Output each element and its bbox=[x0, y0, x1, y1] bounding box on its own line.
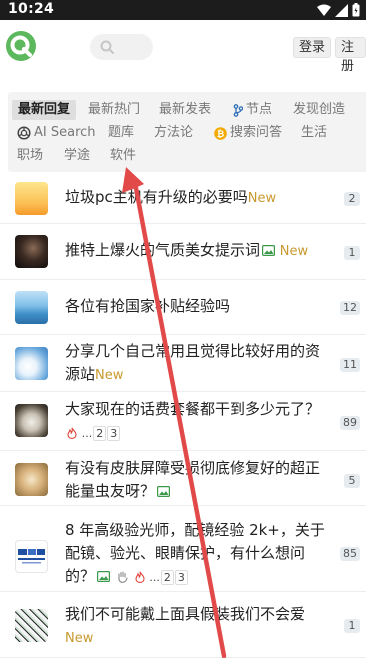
new-tag: New bbox=[247, 191, 277, 206]
openai-icon bbox=[17, 126, 31, 140]
nav-item-latest-reply[interactable]: 最新回复 bbox=[12, 100, 77, 120]
reply-count-badge[interactable]: 11 bbox=[340, 358, 360, 372]
topic-title[interactable]: 8 年高级验光师，配镜经验 2k+，关于配镜、验光、眼睛保护，有什么想问的？ .… bbox=[65, 519, 327, 589]
page-links: ... 2 3 bbox=[149, 570, 188, 585]
topic-row[interactable]: 分享几个自己常用且觉得比较好用的资源站New 11 bbox=[0, 335, 366, 392]
topic-title[interactable]: 大家现在的话费套餐都干到多少元了？ ... 2 3 bbox=[65, 398, 327, 445]
status-icons bbox=[317, 3, 360, 17]
nav-item-latest-posted[interactable]: 最新发表 bbox=[159, 100, 211, 120]
app-header: 登录 注册 bbox=[0, 20, 366, 76]
status-time: 10:24 bbox=[8, 1, 55, 17]
new-tag: New bbox=[65, 631, 94, 646]
nav-item-life[interactable]: 生活 bbox=[301, 123, 327, 143]
hand-icon bbox=[118, 571, 128, 583]
page-link[interactable]: 3 bbox=[107, 426, 121, 441]
optical-brand-logo-icon bbox=[18, 549, 45, 564]
search-icon bbox=[100, 40, 114, 54]
avatar[interactable] bbox=[15, 609, 48, 642]
topic-title[interactable]: 推特上爆火的气质美女提示词 New bbox=[65, 239, 327, 263]
battery-icon bbox=[352, 3, 360, 17]
topic-title[interactable]: 我们不可能戴上面具假装我们不会爱 New bbox=[65, 603, 327, 650]
wifi-icon bbox=[317, 4, 331, 16]
topic-title[interactable]: 分享几个自己常用且觉得比较好用的资源站New bbox=[65, 340, 327, 387]
topic-row[interactable]: 有没有皮肤屏障受损彻底修复好的超正能量虫友呀？ 5 bbox=[0, 451, 366, 506]
topic-title[interactable]: 有没有皮肤屏障受损彻底修复好的超正能量虫友呀？ bbox=[65, 457, 327, 503]
svg-text:₿: ₿ bbox=[217, 129, 224, 140]
topic-title[interactable]: 各位有抢国家补贴经验吗 bbox=[65, 295, 327, 318]
avatar[interactable] bbox=[15, 347, 48, 380]
app-logo-icon[interactable] bbox=[5, 30, 37, 62]
nav-item-nodes[interactable]: 节点 bbox=[233, 100, 272, 120]
avatar[interactable] bbox=[15, 182, 48, 215]
search-input[interactable] bbox=[90, 34, 153, 60]
topic-row[interactable]: 我们不可能戴上面具假装我们不会爱 New 1 bbox=[0, 592, 366, 658]
nav-item-software[interactable]: 软件 bbox=[110, 146, 136, 166]
nav-item-workplace[interactable]: 职场 bbox=[17, 146, 43, 166]
new-tag: New bbox=[95, 368, 124, 383]
image-icon bbox=[157, 486, 171, 497]
nav-item-study[interactable]: 学途 bbox=[64, 146, 90, 166]
avatar[interactable] bbox=[15, 404, 48, 437]
login-button[interactable]: 登录 bbox=[293, 37, 332, 58]
topic-row[interactable]: 推特上爆火的气质美女提示词 New 1 bbox=[0, 224, 366, 280]
register-button[interactable]: 注册 bbox=[335, 37, 366, 74]
nav-item-search-qa[interactable]: ₿ 搜索问答 bbox=[214, 123, 282, 143]
node-nav: 最新回复 最新热门 最新发表 节点 发现创造 AI Search 题库 方法论 … bbox=[8, 92, 366, 172]
bitcoin-icon: ₿ bbox=[214, 126, 227, 140]
nav-item-ai-search[interactable]: AI Search bbox=[17, 123, 96, 143]
topic-row[interactable]: 8 年高级验光师，配镜经验 2k+，关于配镜、验光、眼睛保护，有什么想问的？ .… bbox=[0, 506, 366, 592]
topic-row[interactable]: 大家现在的话费套餐都干到多少元了？ ... 2 3 89 bbox=[0, 392, 366, 451]
page-link[interactable]: 3 bbox=[174, 570, 188, 585]
page-links: ... 2 3 bbox=[82, 426, 121, 441]
page-link[interactable]: 2 bbox=[93, 426, 107, 441]
avatar[interactable] bbox=[15, 235, 48, 268]
reply-count-badge[interactable]: 85 bbox=[340, 547, 360, 561]
nav-item-latest-hot[interactable]: 最新热门 bbox=[88, 100, 140, 120]
page-link[interactable]: 2 bbox=[160, 570, 174, 585]
reply-count-badge[interactable]: 89 bbox=[340, 416, 360, 430]
reply-count-badge[interactable]: 12 bbox=[340, 301, 360, 315]
hot-icon bbox=[135, 571, 145, 583]
nav-item-discover[interactable]: 发现创造 bbox=[293, 100, 345, 120]
nav-item-question-bank[interactable]: 题库 bbox=[108, 123, 134, 143]
nav-item-methodology[interactable]: 方法论 bbox=[154, 123, 193, 143]
image-icon bbox=[97, 571, 111, 582]
reply-count-badge[interactable]: 1 bbox=[344, 246, 360, 260]
topic-row[interactable]: 垃圾pc主机有升级的必要吗New 2 bbox=[0, 172, 366, 224]
avatar[interactable] bbox=[15, 463, 48, 496]
hot-icon bbox=[67, 427, 77, 439]
reply-count-badge[interactable]: 2 bbox=[344, 192, 360, 206]
status-bar: 10:24 bbox=[0, 0, 366, 20]
reply-count-badge[interactable]: 5 bbox=[344, 474, 360, 488]
new-tag: New bbox=[279, 244, 309, 259]
avatar[interactable] bbox=[15, 291, 48, 324]
image-icon bbox=[262, 245, 276, 256]
topic-row[interactable]: 各位有抢国家补贴经验吗 12 bbox=[0, 280, 366, 335]
topic-title[interactable]: 垃圾pc主机有升级的必要吗New bbox=[65, 186, 327, 210]
avatar[interactable] bbox=[15, 540, 48, 573]
reply-count-badge[interactable]: 1 bbox=[344, 619, 360, 633]
signal-icon bbox=[335, 3, 348, 17]
branch-icon bbox=[233, 103, 243, 117]
